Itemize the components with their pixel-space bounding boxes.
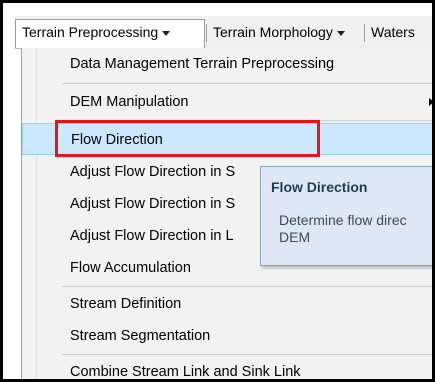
tooltip-body: Determine flow direc DEM (279, 212, 407, 245)
menu-terrain-morphology-label: Terrain Morphology (213, 24, 333, 40)
menu-separator (62, 83, 432, 84)
menu-item-label: Adjust Flow Direction in S (70, 164, 236, 180)
menu-item-label: Flow Direction (71, 132, 163, 148)
menu-waters-label: Waters (371, 24, 415, 40)
menu-item-stream-definition[interactable]: Stream Definition (22, 288, 432, 320)
menu-separator (62, 286, 432, 287)
tooltip-title: Flow Direction (271, 179, 368, 195)
menu-item-combine-stream-link[interactable]: Combine Stream Link and Sink Link (22, 356, 432, 380)
chevron-right-icon (429, 98, 432, 106)
menu-separator (62, 354, 432, 355)
menu-item-data-management[interactable]: Data Management Terrain Preprocessing (22, 48, 432, 80)
menu-item-label: Adjust Flow Direction in S (70, 196, 236, 212)
menu-terrain-preprocessing[interactable]: Terrain Preprocessing (15, 19, 205, 48)
tooltip: Flow Direction Determine flow direc DEM (260, 166, 432, 266)
menu-item-dem-manipulation[interactable]: DEM Manipulation (22, 86, 432, 118)
menu-item-flow-direction[interactable]: Flow Direction (22, 123, 432, 155)
toolbar: Terrain Preprocessing Terrain Morphology… (15, 16, 432, 49)
menu-item-stream-segmentation[interactable]: Stream Segmentation (22, 320, 432, 352)
chevron-down-icon (162, 30, 171, 36)
menu-item-label: Stream Segmentation (70, 328, 211, 344)
menu-item-label: Data Management Terrain Preprocessing (70, 56, 335, 72)
menu-terrain-morphology[interactable]: Terrain Morphology (207, 20, 362, 45)
menu-waters[interactable]: Waters (365, 20, 432, 45)
menu-item-label: Combine Stream Link and Sink Link (70, 364, 301, 380)
menu-separator (62, 120, 432, 121)
menu-terrain-preprocessing-label: Terrain Preprocessing (22, 24, 159, 40)
menu-item-label: DEM Manipulation (70, 94, 189, 110)
menu-item-label: Flow Accumulation (70, 260, 191, 276)
chevron-down-icon (336, 30, 345, 36)
screenshot-frame: Terrain Preprocessing Terrain Morphology… (0, 0, 435, 382)
menu-item-label: Adjust Flow Direction in L (70, 228, 234, 244)
menu-item-label: Stream Definition (70, 296, 182, 312)
